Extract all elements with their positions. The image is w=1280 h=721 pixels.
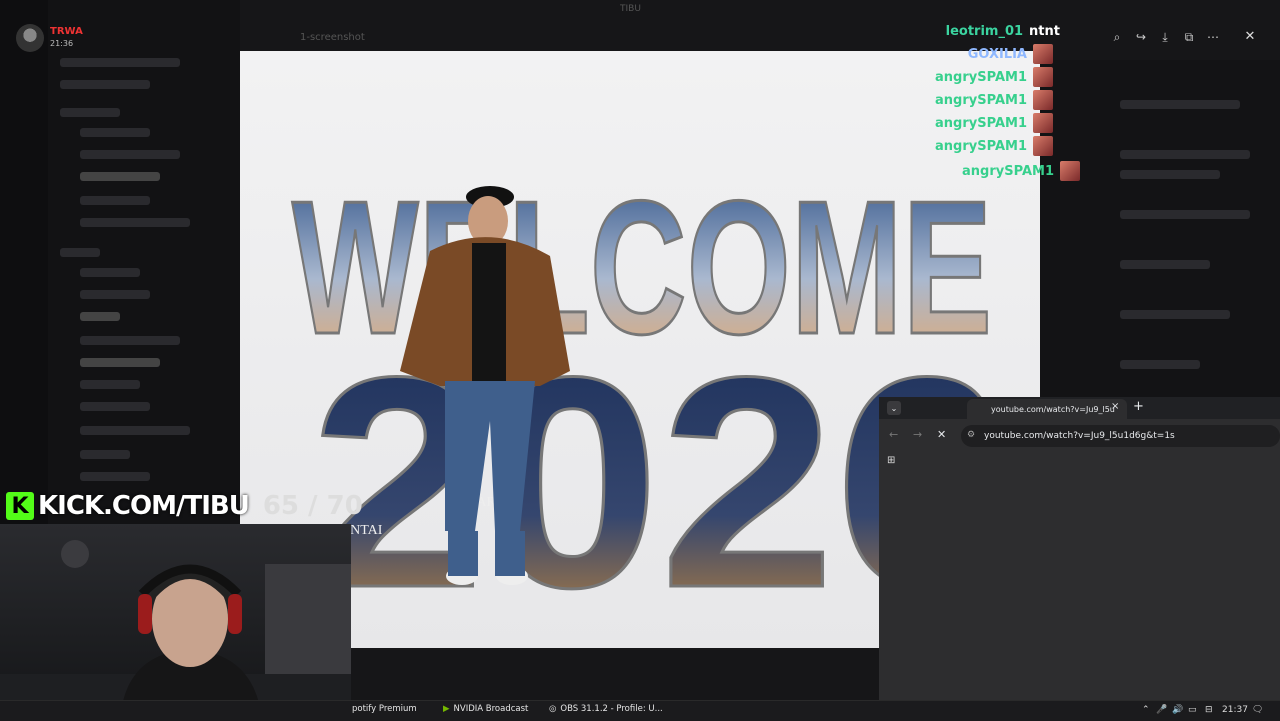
emote-icon: [1033, 67, 1053, 87]
tab-list-icon[interactable]: ⌄: [887, 401, 901, 415]
channel-item[interactable]: [80, 380, 140, 389]
channel-item[interactable]: [80, 402, 150, 411]
download-icon[interactable]: ⤓: [1154, 26, 1176, 48]
chat-message: angrySPAM1: [935, 67, 1053, 87]
webcam-image: [0, 540, 351, 720]
user-time: 21:36: [50, 39, 74, 48]
close-icon[interactable]: ✕: [1239, 25, 1261, 47]
chat-message: GOXILIA: [968, 44, 1053, 64]
taskbar-item-spotify[interactable]: potify Premium: [352, 704, 417, 714]
network-icon[interactable]: ⊟: [1205, 705, 1213, 715]
channel-item[interactable]: [80, 218, 190, 227]
member-item[interactable]: [1120, 170, 1220, 179]
channel-item[interactable]: [60, 248, 100, 257]
chat-username: angrySPAM1: [935, 92, 1027, 108]
microphone-icon[interactable]: 🎤: [1156, 705, 1167, 715]
channel-item[interactable]: [60, 108, 120, 117]
chat-username: angrySPAM1: [935, 69, 1027, 85]
member-item[interactable]: [1120, 360, 1200, 369]
taskbar-item-label: NVIDIA Broadcast: [453, 704, 529, 714]
share-icon[interactable]: ↪: [1130, 26, 1152, 48]
emote-icon: [1033, 44, 1053, 64]
chat-message: leotrim_01 ntnt: [946, 24, 1060, 39]
obs-icon: ◎: [549, 704, 557, 714]
window-title: TIBU: [620, 4, 641, 14]
open-external-icon[interactable]: ⧉: [1178, 26, 1200, 48]
chat-username: leotrim_01: [945, 24, 1024, 39]
emote-icon: [1033, 136, 1053, 156]
notification-icon[interactable]: 🗨: [1252, 705, 1263, 715]
taskbar-item-label: OBS 31.1.2 - Profile: U...: [560, 704, 663, 714]
emote-icon: [1033, 90, 1053, 110]
chat-username: GOXILIA: [967, 46, 1027, 62]
channel-item[interactable]: [80, 128, 150, 137]
chat-text: ntnt: [1029, 24, 1060, 39]
kick-url: KICK.COM/TIBU: [38, 491, 250, 521]
avatar[interactable]: [16, 24, 44, 52]
channel-item[interactable]: [80, 290, 150, 299]
tray-chevron-icon[interactable]: ⌃: [1142, 705, 1150, 715]
member-item[interactable]: [1120, 260, 1210, 269]
volume-icon[interactable]: 🔊: [1172, 705, 1183, 715]
emote-icon: [1033, 113, 1053, 133]
channel-item[interactable]: [80, 472, 150, 481]
channel-item[interactable]: [80, 268, 140, 277]
taskbar-item-obs[interactable]: ◎ OBS 31.1.2 - Profile: U...: [549, 704, 663, 714]
chat-message: angrySPAM1: [962, 161, 1080, 181]
channel-item[interactable]: [80, 450, 130, 459]
zoom-icon[interactable]: ⌕: [1106, 26, 1128, 48]
emote-icon: [1060, 161, 1080, 181]
channel-item[interactable]: [80, 358, 160, 367]
taskbar-item-label: potify Premium: [352, 704, 417, 714]
forward-icon[interactable]: →: [913, 428, 922, 441]
taskbar: potify Premium ▶ NVIDIA Broadcast ◎ OBS …: [0, 700, 1280, 721]
channel-item[interactable]: [60, 58, 180, 67]
webcam-feed: [0, 524, 351, 720]
channel-item[interactable]: [60, 80, 150, 89]
chat-message: angrySPAM1: [935, 136, 1053, 156]
nvidia-icon: ▶: [443, 704, 450, 714]
channel-item[interactable]: [80, 196, 150, 205]
browser-tab[interactable]: youtube.com/watch?v=Ju9_l5u: [967, 399, 1127, 419]
member-item[interactable]: [1120, 210, 1250, 219]
channel-item[interactable]: [80, 312, 120, 321]
apps-icon[interactable]: ⊞: [887, 455, 895, 466]
chat-username: angrySPAM1: [935, 138, 1027, 154]
tab-title: youtube.com/watch?v=Ju9_l5u: [991, 404, 1115, 414]
new-tab-icon[interactable]: +: [1133, 399, 1144, 414]
goal-counter: 65 / 70: [262, 491, 363, 521]
tab-close-icon[interactable]: ×: [1111, 401, 1119, 412]
browser-window: ⌄ youtube.com/watch?v=Ju9_l5u × + ← → ✕ …: [879, 397, 1280, 700]
channel-item[interactable]: [80, 336, 180, 345]
chat-message: angrySPAM1: [935, 113, 1053, 133]
browser-tabbar: ⌄ youtube.com/watch?v=Ju9_l5u × +: [879, 397, 1280, 419]
chat-username: angrySPAM1: [962, 163, 1054, 179]
member-item[interactable]: [1120, 100, 1240, 109]
channel-item[interactable]: [80, 426, 190, 435]
kick-overlay: K KICK.COM/TIBU 65 / 70: [6, 490, 363, 522]
user-name: TRWA: [50, 26, 83, 37]
chat-username: angrySPAM1: [935, 115, 1027, 131]
channel-title: 1-screenshot: [300, 32, 365, 43]
channel-item[interactable]: [80, 172, 160, 181]
member-item[interactable]: [1120, 310, 1230, 319]
display-icon[interactable]: ▭: [1188, 705, 1197, 715]
viewer-toolbar: ⌕ ↪ ⤓ ⧉ ⋯: [1106, 24, 1234, 50]
member-item[interactable]: [1120, 150, 1250, 159]
chat-message: angrySPAM1: [935, 90, 1053, 110]
stop-icon[interactable]: ✕: [937, 428, 946, 441]
clock-time[interactable]: 21:37: [1222, 705, 1248, 715]
site-info-icon[interactable]: ⚙: [967, 430, 975, 440]
back-icon[interactable]: ←: [889, 428, 898, 441]
channel-item[interactable]: [80, 150, 180, 159]
taskbar-item-nvidia[interactable]: ▶ NVIDIA Broadcast: [443, 704, 528, 714]
url-text[interactable]: youtube.com/watch?v=Ju9_l5u1d6g&t=1s: [984, 431, 1175, 441]
more-icon[interactable]: ⋯: [1202, 26, 1224, 48]
kick-logo-icon: K: [6, 492, 34, 520]
